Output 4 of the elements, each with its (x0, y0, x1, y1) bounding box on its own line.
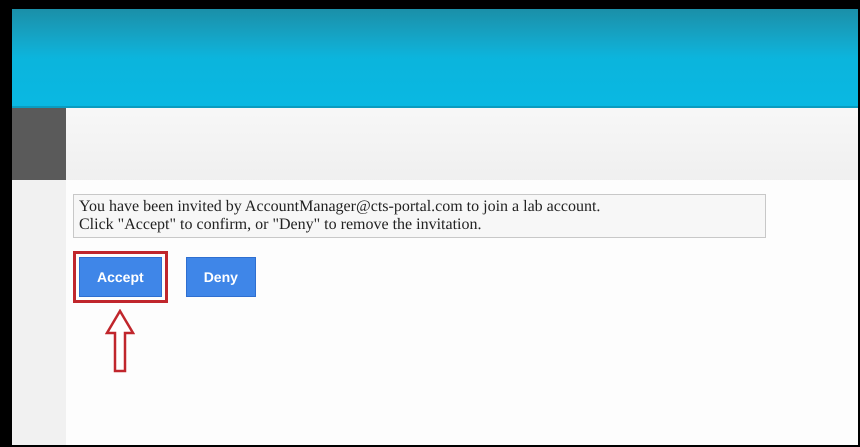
up-arrow-icon (105, 309, 136, 373)
invitation-message: You have been invited by AccountManager@cts-portal.com to join a lab account. Click "Accept" to confirm, or "Deny" to remove the invitation. (73, 194, 766, 238)
action-button[interactable]: Deny (186, 257, 256, 297)
action-button[interactable]: Accept (79, 257, 162, 297)
